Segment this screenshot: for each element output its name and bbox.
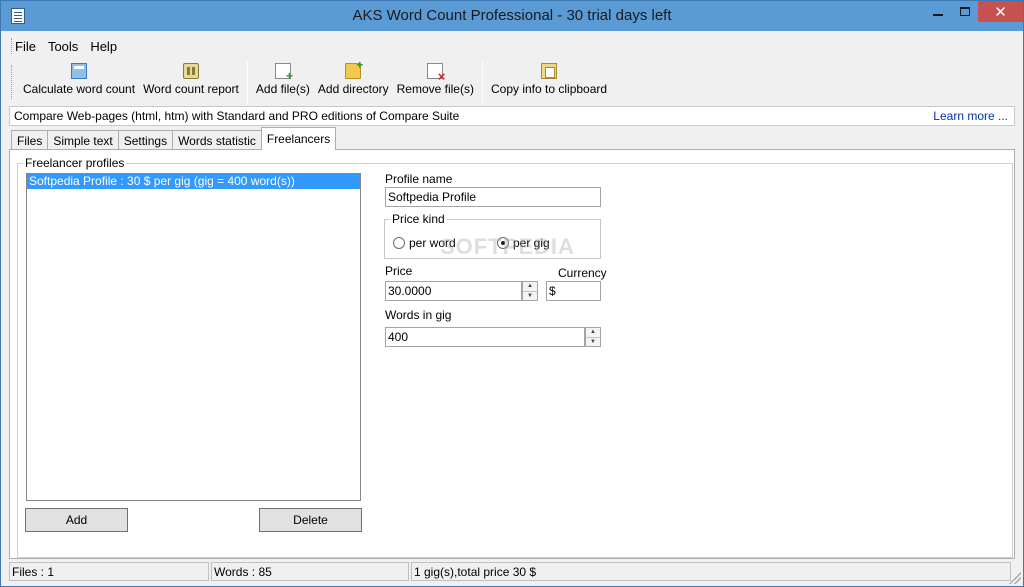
title-bar[interactable]: AKS Word Count Professional - 30 trial d… <box>1 1 1023 31</box>
price-input[interactable]: 30.0000 <box>385 281 522 301</box>
copy-info-label: Copy info to clipboard <box>490 82 608 96</box>
clipboard-icon <box>541 63 558 79</box>
add-directory-label: Add directory <box>317 82 389 96</box>
add-profile-button[interactable]: Add <box>25 508 128 532</box>
spin-down-icon[interactable]: ▼ <box>523 290 537 301</box>
menu-help[interactable]: Help <box>84 39 123 54</box>
maximize-icon <box>960 7 970 16</box>
remove-files-button[interactable]: Remove file(s) <box>393 59 478 105</box>
add-files-label: Add file(s) <box>255 82 310 96</box>
learn-more-link[interactable]: Learn more ... <box>933 109 1008 123</box>
resize-grip-icon[interactable] <box>1009 572 1021 584</box>
freelancers-panel: Freelancer profiles Softpedia Profile : … <box>9 149 1015 559</box>
word-count-report-button[interactable]: Word count report <box>139 59 243 105</box>
delete-profile-button[interactable]: Delete <box>259 508 362 532</box>
report-icon <box>182 63 199 79</box>
menu-tools[interactable]: Tools <box>42 39 84 54</box>
profile-name-input[interactable]: Softpedia Profile <box>385 187 601 207</box>
words-in-gig-spinner[interactable]: ▲ ▼ <box>585 327 601 347</box>
add-directory-button[interactable]: Add directory <box>314 59 393 105</box>
tab-files[interactable]: Files <box>11 130 49 150</box>
promo-text: Compare Web-pages (html, htm) with Stand… <box>14 109 460 123</box>
report-label: Word count report <box>143 82 239 96</box>
add-folder-icon <box>345 59 363 79</box>
app-window: AKS Word Count Professional - 30 trial d… <box>0 0 1024 587</box>
menu-grip <box>11 38 14 54</box>
status-files: Files : 1 <box>9 562 209 581</box>
list-item[interactable]: Softpedia Profile : 30 $ per gig (gig = … <box>27 174 360 189</box>
tab-settings[interactable]: Settings <box>117 130 174 150</box>
toolbar: Calculate word count Word count report A… <box>9 59 1015 105</box>
promo-bar: Compare Web-pages (html, htm) with Stand… <box>9 106 1015 126</box>
tab-simple-text[interactable]: Simple text <box>47 130 119 150</box>
minimize-icon <box>933 13 943 16</box>
remove-file-icon <box>427 63 445 83</box>
spin-up-icon[interactable]: ▲ <box>523 282 537 291</box>
tab-strip: Files Simple text Settings Words statist… <box>11 127 337 150</box>
profiles-list[interactable]: Softpedia Profile : 30 $ per gig (gig = … <box>26 173 361 501</box>
add-file-icon <box>274 63 293 82</box>
calculate-word-count-button[interactable]: Calculate word count <box>19 59 139 105</box>
tab-freelancers[interactable]: Freelancers <box>260 127 337 150</box>
calculate-label: Calculate word count <box>23 82 136 96</box>
words-in-gig-input[interactable]: 400 <box>385 327 585 347</box>
add-files-button[interactable]: Add file(s) <box>252 59 314 105</box>
softpedia-watermark: SOFTPEDIA <box>440 234 575 259</box>
window-title: AKS Word Count Professional - 30 trial d… <box>352 7 672 24</box>
status-words: Words : 85 <box>211 562 409 581</box>
price-kind-label: Price kind <box>390 212 447 226</box>
toolbar-grip <box>11 65 14 99</box>
toolbar-separator <box>481 61 483 103</box>
radio-icon <box>393 237 405 249</box>
remove-files-label: Remove file(s) <box>396 82 474 96</box>
freelancer-profiles-group: Freelancer profiles Softpedia Profile : … <box>17 156 1013 558</box>
tab-words-statistic[interactable]: Words statistic <box>172 130 262 150</box>
price-label: Price <box>385 264 413 278</box>
minimize-button[interactable] <box>925 1 951 22</box>
words-in-gig-label: Words in gig <box>385 308 452 322</box>
spin-down-icon[interactable]: ▼ <box>586 336 600 347</box>
status-bar: Files : 1 Words : 85 1 gig(s),total pric… <box>9 562 1015 581</box>
profile-name-label: Profile name <box>385 172 453 186</box>
freelancer-profiles-label: Freelancer profiles <box>23 156 127 170</box>
price-spinner[interactable]: ▲ ▼ <box>522 281 538 301</box>
currency-label: Currency <box>558 266 607 280</box>
maximize-button[interactable] <box>952 1 978 22</box>
copy-info-button[interactable]: Copy info to clipboard <box>487 59 611 105</box>
currency-input[interactable]: $ <box>546 281 601 301</box>
menu-bar: File Tools Help <box>9 35 1015 57</box>
status-price: 1 gig(s),total price 30 $ <box>411 562 1011 581</box>
spin-up-icon[interactable]: ▲ <box>586 328 600 337</box>
toolbar-separator <box>246 61 248 103</box>
close-button[interactable]: ✕ <box>978 1 1023 22</box>
close-icon: ✕ <box>994 3 1007 21</box>
calculator-icon <box>71 63 88 79</box>
